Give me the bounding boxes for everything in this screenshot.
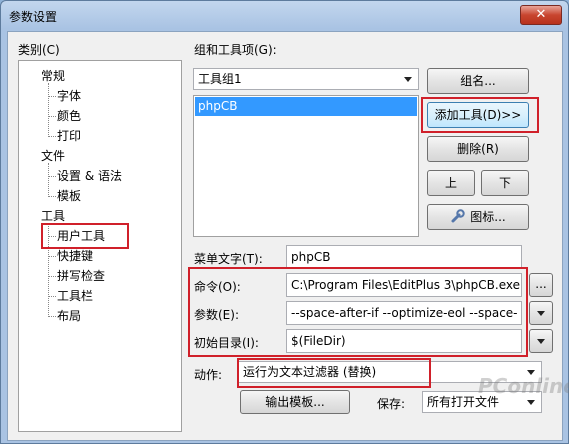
tool-group-value: 工具组1 <box>198 72 242 86</box>
tree-item[interactable]: 工具栏 <box>57 287 93 305</box>
action-value: 运行为文本过滤器 (替换) <box>243 365 377 379</box>
chevron-down-icon <box>537 339 545 344</box>
tree-guide-branch <box>49 96 56 97</box>
tree-guide-branch <box>49 276 56 277</box>
tree-guide-branch <box>49 116 56 117</box>
tree-guide-line <box>48 223 49 317</box>
tree-guide-line <box>48 83 49 137</box>
tree-item[interactable]: 颜色 <box>57 107 81 125</box>
initdir-label: 初始目录(I): <box>194 336 259 350</box>
tree-item[interactable]: 打印 <box>57 127 81 145</box>
title-bar: 参数设置 ✕ <box>1 1 568 29</box>
tree-item[interactable]: 快捷键 <box>57 247 93 265</box>
initdir-menu-button[interactable] <box>529 329 553 353</box>
add-tool-button[interactable]: 添加工具(D)>> <box>427 102 529 128</box>
icon-button[interactable]: 图标... <box>427 204 529 230</box>
tree-item[interactable]: 工具 <box>41 207 65 225</box>
tree-item[interactable]: 布局 <box>57 307 81 325</box>
group-name-button[interactable]: 组名... <box>427 68 529 94</box>
output-template-button[interactable]: 输出模板... <box>240 390 350 414</box>
move-up-button[interactable]: 上 <box>427 170 475 196</box>
watermark: PConline <box>478 374 569 398</box>
tree-item[interactable]: 设置 & 语法 <box>57 167 122 185</box>
save-label: 保存: <box>377 397 406 411</box>
preferences-dialog: 参数设置 ✕ 类别(C) 常规字体颜色打印文件设置 & 语法 模板工具用户工具快捷… <box>0 0 569 444</box>
chevron-down-icon <box>404 77 412 82</box>
tree-guide-branch <box>49 316 56 317</box>
tree-guide-branch <box>49 236 56 237</box>
tree-guide-branch <box>49 176 56 177</box>
menu-text-label: 菜单文字(T): <box>194 252 263 266</box>
tree-guide-branch <box>49 256 56 257</box>
category-label: 类别(C) <box>18 43 60 57</box>
tree-guide-line <box>48 163 49 197</box>
browse-command-button[interactable]: ... <box>529 273 553 297</box>
delete-button[interactable]: 删除(R) <box>427 136 529 162</box>
tree-item[interactable]: 模板 <box>57 187 81 205</box>
close-button[interactable]: ✕ <box>520 5 562 25</box>
command-input[interactable]: C:\Program Files\EditPlus 3\phpCB.exe <box>286 273 522 297</box>
tree-item[interactable]: 拼写检查 <box>57 267 105 285</box>
chevron-down-icon <box>537 311 545 316</box>
groups-label: 组和工具项(G): <box>194 43 277 57</box>
tree-guide-branch <box>49 136 56 137</box>
args-input[interactable]: --space-after-if --optimize-eol --space- <box>286 301 522 325</box>
tree-guide-branch <box>49 296 56 297</box>
chevron-down-icon <box>527 400 535 405</box>
args-menu-button[interactable] <box>529 301 553 325</box>
tree-item[interactable]: 用户工具 <box>57 227 105 245</box>
tree-item[interactable]: 文件 <box>41 147 65 165</box>
args-label: 参数(E): <box>194 308 239 322</box>
window-title: 参数设置 <box>9 10 58 24</box>
tree-item[interactable]: 字体 <box>57 87 81 105</box>
move-down-button[interactable]: 下 <box>481 170 529 196</box>
tool-list[interactable]: phpCB <box>193 95 419 237</box>
icon-button-label: 图标... <box>470 210 506 224</box>
command-label: 命令(O): <box>194 280 241 294</box>
tree-guide-branch <box>49 196 56 197</box>
category-tree[interactable]: 常规字体颜色打印文件设置 & 语法 模板工具用户工具快捷键拼写检查工具栏布局 <box>18 60 182 432</box>
menu-text-input[interactable]: phpCB <box>286 245 522 269</box>
tree-item[interactable]: 常规 <box>41 67 65 85</box>
wrench-icon <box>451 209 465 223</box>
initdir-input[interactable]: $(FileDir) <box>286 329 522 353</box>
action-label: 动作: <box>194 368 223 382</box>
dialog-client-area: 类别(C) 常规 字体 颜色 打印 文件 设置 & 语法 模板 工具 用户工具 快捷键 拼写检查 工具… <box>7 31 569 441</box>
tool-list-item-selected[interactable]: phpCB <box>195 97 417 116</box>
tool-group-select[interactable]: 工具组1 <box>193 68 419 90</box>
